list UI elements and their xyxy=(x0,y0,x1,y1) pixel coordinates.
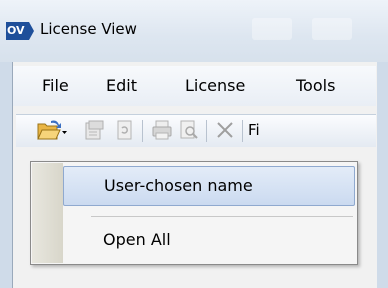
toolbar-separator xyxy=(242,120,243,142)
window-button-icon[interactable] xyxy=(252,18,292,40)
app-logo-icon: OV xyxy=(6,22,34,40)
toolbar-separator xyxy=(206,120,207,142)
window-button-icon[interactable] xyxy=(312,18,352,40)
open-dropdown-menu: User-chosen name Open All xyxy=(30,161,358,265)
menu-item-label: Open All xyxy=(103,230,171,249)
menu-bar: File Edit License Tools xyxy=(13,66,376,106)
toolbar-label: Fi xyxy=(248,121,260,139)
menu-item-open-all[interactable]: Open All xyxy=(63,222,355,260)
window-frame-left xyxy=(0,62,12,288)
menu-item-label: User-chosen name xyxy=(104,176,253,195)
menu-item-user-chosen-name[interactable]: User-chosen name xyxy=(63,166,355,206)
toolbar: Fi xyxy=(16,114,376,147)
toolbar-separator xyxy=(142,120,143,142)
menu-edit[interactable]: Edit xyxy=(106,76,137,95)
properties-icon[interactable] xyxy=(83,119,105,141)
window-title: License View xyxy=(40,20,137,38)
menu-separator xyxy=(91,216,353,217)
menu-license[interactable]: License xyxy=(185,76,245,95)
refresh-document-icon[interactable] xyxy=(114,119,136,141)
title-bar: OV License View xyxy=(0,0,388,62)
print-preview-icon[interactable] xyxy=(178,119,200,141)
delete-icon[interactable] xyxy=(214,119,236,141)
menu-gutter xyxy=(32,163,63,263)
menu-tools[interactable]: Tools xyxy=(296,76,335,95)
menu-file[interactable]: File xyxy=(42,76,69,95)
open-folder-icon[interactable] xyxy=(37,119,67,141)
window-frame-right xyxy=(376,62,388,288)
print-icon[interactable] xyxy=(151,119,173,141)
